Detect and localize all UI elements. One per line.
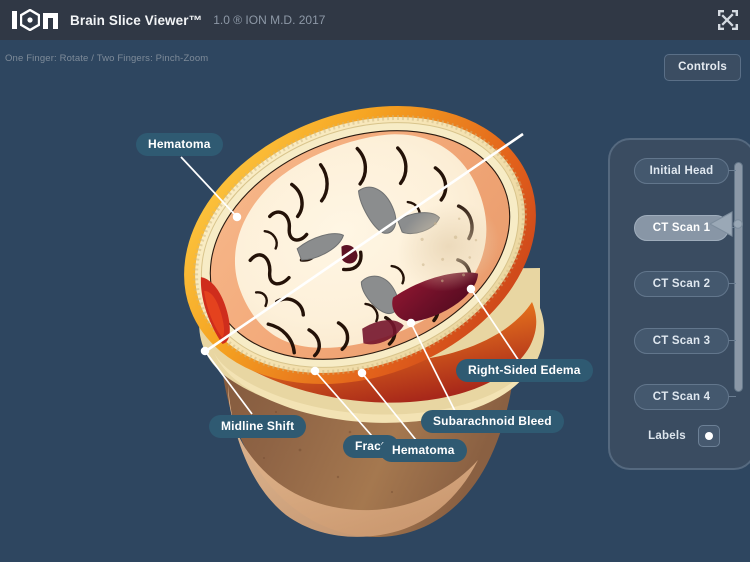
- scan-selector-panel: Initial Head CT Scan 1 CT Scan 2 CT Scan…: [608, 138, 750, 470]
- scan-button-ct-scan-3[interactable]: CT Scan 3: [634, 328, 729, 354]
- labels-toggle-button[interactable]: [697, 425, 720, 447]
- labels-toggle-indicator: [704, 432, 713, 440]
- scan-button-ct-scan-2[interactable]: CT Scan 2: [634, 271, 729, 297]
- labels-toggle-row: Labels: [610, 425, 750, 447]
- brain-slice-viewer-app: Brain Slice Viewer™ 1.0 ® ION M.D. 2017 …: [0, 0, 750, 562]
- controls-button[interactable]: Controls: [664, 54, 741, 81]
- scan-slider-track[interactable]: [734, 162, 743, 392]
- callout-hematoma-bottom[interactable]: Hematoma: [380, 439, 467, 462]
- slider-tick-2: [728, 283, 736, 284]
- top-bar: Brain Slice Viewer™ 1.0 ® ION M.D. 2017: [0, 0, 750, 40]
- scan-button-initial-head[interactable]: Initial Head: [634, 158, 729, 184]
- slider-thumb-glyph: [708, 211, 743, 237]
- callout-midline-shift[interactable]: Midline Shift: [209, 415, 307, 438]
- ion-logo: [12, 9, 58, 31]
- scan-button-ct-scan-4[interactable]: CT Scan 4: [634, 384, 729, 410]
- fullscreen-glyph: [718, 10, 738, 30]
- labels-toggle-label: Labels: [648, 430, 686, 442]
- scan-slider-thumb[interactable]: [708, 211, 746, 237]
- gesture-hint: One Finger: Rotate / Two Fingers: Pinch-…: [5, 53, 209, 64]
- ion-logo-o: [20, 9, 40, 31]
- app-title: Brain Slice Viewer™: [70, 12, 203, 28]
- callout-hematoma-left[interactable]: Hematoma: [136, 133, 223, 156]
- slider-tick-0: [728, 170, 736, 171]
- app-version: 1.0 ® ION M.D. 2017: [213, 13, 326, 27]
- callout-subarachnoid-bleed[interactable]: Subarachnoid Bleed: [421, 410, 564, 433]
- callout-right-sided-edema[interactable]: Right-Sided Edema: [456, 359, 593, 382]
- slider-tick-4: [728, 396, 736, 397]
- fullscreen-expand-icon[interactable]: [716, 8, 740, 32]
- slider-tick-3: [728, 340, 736, 341]
